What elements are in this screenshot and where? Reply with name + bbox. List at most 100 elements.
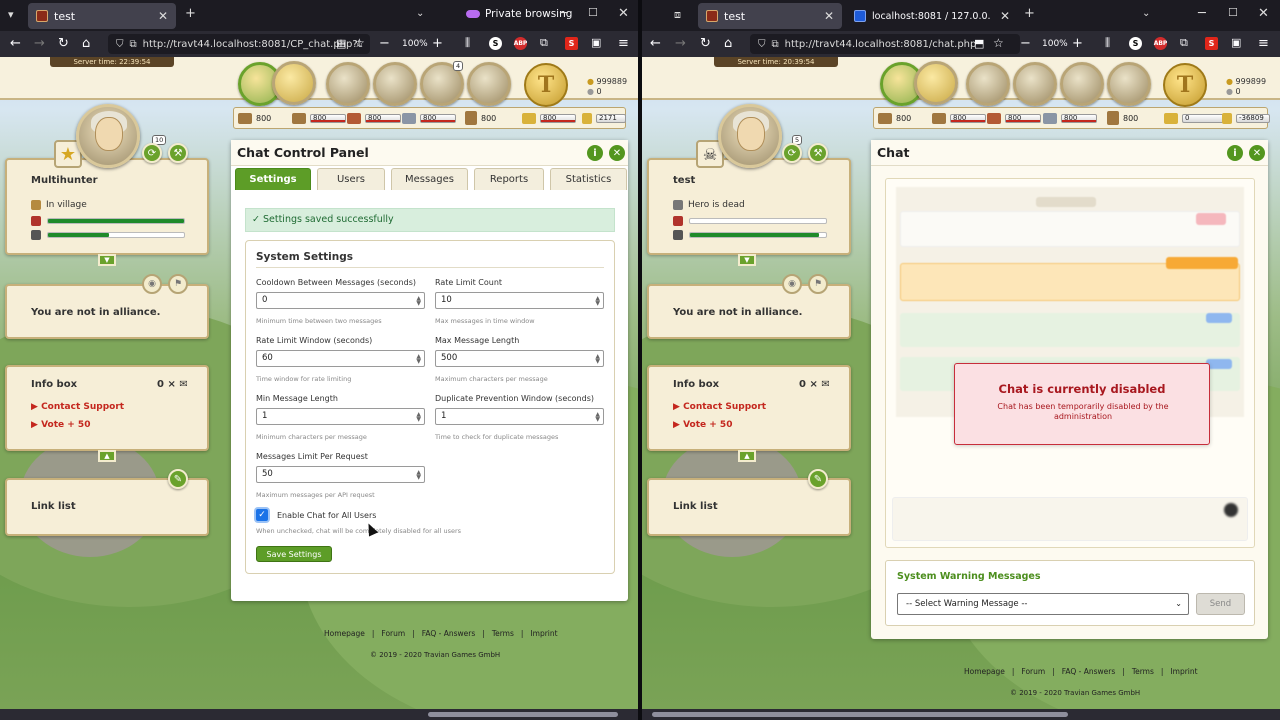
duplicate-window-input[interactable]: 1 ▲ ▼ (435, 408, 604, 425)
tab-settings[interactable]: Settings (235, 168, 311, 190)
envelope-icon[interactable]: ✉ (179, 379, 187, 390)
player-name[interactable]: Multihunter (31, 175, 98, 186)
hero-auction-icon[interactable]: ⚒ (168, 143, 188, 163)
stepper-icon[interactable]: ▲ ▼ (416, 354, 421, 365)
close-panel-icon[interactable]: ✕ (609, 145, 625, 161)
forward-icon[interactable]: → (675, 36, 686, 51)
map-icon[interactable] (326, 62, 370, 106)
messages-icon[interactable] (1107, 62, 1151, 106)
enable-chat-label[interactable]: Enable Chat for All Users (277, 511, 376, 520)
library-icon[interactable]: ⫼ (465, 36, 470, 50)
window-close-icon[interactable]: ✕ (1258, 6, 1269, 21)
maximize-icon[interactable]: ☐ (588, 6, 598, 19)
statistics-icon[interactable] (373, 62, 417, 106)
tab-reports[interactable]: Reports (474, 168, 544, 190)
containers-icon[interactable]: ▣ (591, 36, 601, 49)
eye-icon[interactable]: ◉ (142, 274, 162, 294)
gold-club-icon[interactable]: T (524, 63, 568, 107)
extension-red-s-icon[interactable]: S (1205, 37, 1218, 50)
info-icon[interactable]: i (587, 145, 603, 161)
collapse-down-icon[interactable]: ▼ (738, 254, 756, 266)
address-bar[interactable]: ⛉ ⧉ http://travt44.localhost:8081/CP_cha… (108, 34, 370, 54)
minimize-icon[interactable]: ─ (560, 6, 568, 21)
tab-list-chevron-icon[interactable]: ⌄ (416, 8, 424, 19)
village-center-icon[interactable] (272, 61, 316, 105)
zoom-out-icon[interactable]: − (379, 36, 390, 51)
vote-link[interactable]: ▶ Vote + 50 (31, 420, 90, 430)
collapse-up-icon[interactable]: ▲ (98, 450, 116, 462)
contact-support-link[interactable]: ▶ Contact Support (31, 402, 124, 412)
reports-icon[interactable] (1060, 62, 1104, 106)
extensions-puzzle-icon[interactable]: ⧉ (1180, 36, 1188, 50)
collapse-up-icon[interactable]: ▲ (738, 450, 756, 462)
close-tab-icon[interactable]: ✕ (824, 9, 834, 23)
hero-avatar[interactable] (76, 104, 140, 168)
zoom-out-icon[interactable]: − (1020, 36, 1031, 51)
info-icon[interactable]: i (1227, 145, 1243, 161)
window-close-icon[interactable]: ✕ (618, 6, 629, 21)
stepper-icon[interactable]: ▲ ▼ (416, 296, 421, 307)
hero-auction-icon[interactable]: ⚒ (808, 143, 828, 163)
max-length-input[interactable]: 500 ▲ ▼ (435, 350, 604, 367)
eye-icon[interactable]: ◉ (782, 274, 802, 294)
footer-forum-link[interactable]: Forum (1021, 667, 1045, 676)
statistics-icon[interactable] (1013, 62, 1057, 106)
zoom-level[interactable]: 100% (402, 39, 428, 49)
stepper-icon[interactable]: ▲ ▼ (416, 412, 421, 423)
extension-red-s-icon[interactable]: S (565, 37, 578, 50)
close-tab-icon[interactable]: ✕ (1000, 9, 1010, 23)
scrollbar-thumb[interactable] (652, 712, 1068, 717)
reload-icon[interactable]: ↻ (58, 36, 69, 51)
vote-link[interactable]: ▶ Vote + 50 (673, 420, 732, 430)
hero-adventure-icon[interactable]: ⟳ (782, 143, 802, 163)
hero-adventure-icon[interactable]: ⟳ (142, 143, 162, 163)
back-icon[interactable]: ← (650, 36, 661, 51)
new-tab-icon[interactable]: + (185, 6, 196, 21)
village-center-icon[interactable] (914, 61, 958, 105)
list-tabs-icon[interactable]: ▾ (8, 8, 14, 21)
new-tab-icon[interactable]: + (1024, 6, 1035, 21)
extension-s-icon[interactable]: S (1129, 37, 1142, 50)
footer-forum-link[interactable]: Forum (381, 629, 405, 638)
envelope-icon[interactable]: ✉ (821, 379, 829, 390)
map-icon[interactable] (966, 62, 1010, 106)
footer-homepage-link[interactable]: Homepage (324, 629, 365, 638)
edit-links-icon[interactable]: ✎ (808, 469, 828, 489)
close-panel-icon[interactable]: ✕ (1249, 145, 1265, 161)
screenshot-icon[interactable]: ⬒ (974, 37, 984, 50)
browser-tab-test[interactable]: test ✕ (698, 3, 842, 29)
bookmark-star-icon[interactable]: ☆ (993, 36, 1004, 50)
home-icon[interactable]: ⌂ (724, 36, 732, 51)
close-tab-icon[interactable]: ✕ (158, 9, 168, 23)
reload-icon[interactable]: ↻ (700, 36, 711, 51)
adblock-icon[interactable]: ABP (1154, 37, 1167, 50)
hero-avatar[interactable] (718, 104, 782, 168)
tab-messages[interactable]: Messages (391, 168, 468, 190)
messages-limit-input[interactable]: 50 ▲ ▼ (256, 466, 425, 483)
tab-statistics[interactable]: Statistics (550, 168, 627, 190)
tab-list-chevron-icon[interactable]: ⌄ (1142, 8, 1150, 19)
footer-imprint-link[interactable]: Imprint (1170, 667, 1197, 676)
extension-s-icon[interactable]: S (489, 37, 502, 50)
extensions-puzzle-icon[interactable]: ⧉ (540, 36, 548, 50)
messages-icon[interactable] (467, 62, 511, 106)
stepper-icon[interactable]: ▲ ▼ (595, 354, 600, 365)
app-menu-icon[interactable]: ≡ (618, 36, 629, 51)
forward-icon[interactable]: → (34, 36, 45, 51)
horizontal-scrollbar[interactable] (0, 709, 638, 720)
footer-terms-link[interactable]: Terms (492, 629, 514, 638)
zoom-level[interactable]: 100% (1042, 39, 1068, 49)
enable-chat-checkbox[interactable]: ✓ (256, 509, 268, 521)
contact-support-link[interactable]: ▶ Contact Support (673, 402, 766, 412)
back-icon[interactable]: ← (10, 36, 21, 51)
tab-users[interactable]: Users (317, 168, 385, 190)
horizontal-scrollbar[interactable] (642, 709, 1280, 720)
collapse-down-icon[interactable]: ▼ (98, 254, 116, 266)
maximize-icon[interactable]: ☐ (1228, 6, 1238, 19)
footer-terms-link[interactable]: Terms (1132, 667, 1154, 676)
browser-tab[interactable]: test ✕ (28, 3, 176, 29)
rate-limit-count-input[interactable]: 10 ▲ ▼ (435, 292, 604, 309)
footer-faq-link[interactable]: FAQ - Answers (1062, 667, 1116, 676)
send-button[interactable]: Send (1196, 593, 1245, 615)
browser-tab-phpmyadmin[interactable]: localhost:8081 / 127.0.0.1 / trav ✕ (846, 3, 1018, 29)
